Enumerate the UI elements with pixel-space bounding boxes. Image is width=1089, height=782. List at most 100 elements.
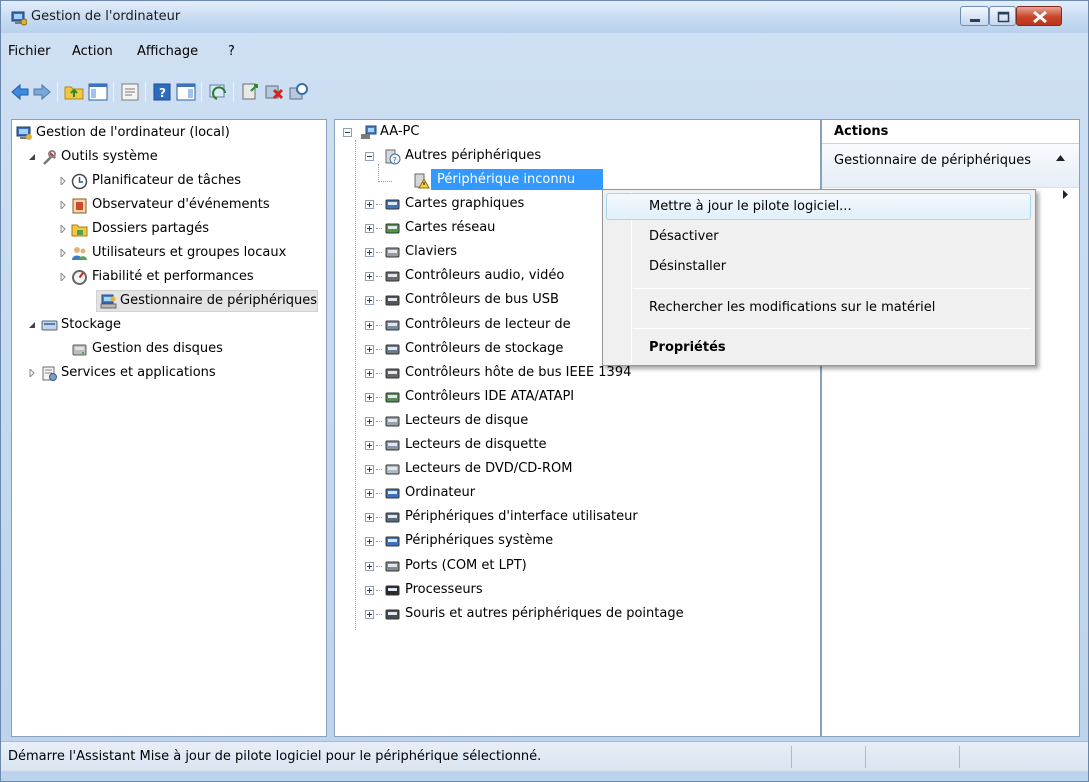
device-category-label: Contrôleurs de stockage: [405, 340, 564, 356]
expand-toggle[interactable]: [365, 585, 374, 595]
tree-guide-line: [376, 589, 382, 591]
device-category-label: Contrôleurs de bus USB: [405, 292, 559, 308]
system-devices-icon: [385, 536, 400, 547]
shared-folders-icon: [71, 224, 88, 237]
tree-guide-line: [376, 372, 382, 374]
expand-toggle[interactable]: [365, 296, 374, 306]
window-title: Gestion de l'ordinateur: [31, 9, 181, 24]
device-category-label: Cartes graphiques: [405, 196, 525, 211]
tree-item-label: Services et applications: [61, 365, 216, 380]
selected-device-label: Périphérique inconnu: [437, 172, 576, 187]
tree-guide-line: [355, 140, 356, 630]
task-scheduler-icon: [71, 173, 88, 190]
device-category-label: Lecteurs de disque: [405, 412, 529, 428]
menu-item-properties[interactable]: Propriétés: [649, 340, 726, 355]
properties-icon[interactable]: [119, 81, 141, 103]
keyboard-icon: [385, 247, 400, 258]
reliability-performance-icon: [72, 270, 87, 285]
collapsed-triangle-icon: [60, 273, 66, 281]
tree-guide-line: [376, 396, 382, 398]
device-category-label: Lecteurs de DVD/CD-ROM: [405, 461, 573, 477]
menu-file[interactable]: Fichier: [8, 44, 51, 59]
title-bar[interactable]: Gestion de l'ordinateur: [1, 1, 1088, 33]
computer-management-icon: [16, 126, 32, 140]
expand-toggle[interactable]: [365, 465, 374, 475]
menu-item-uninstall[interactable]: Désinstaller: [649, 259, 726, 274]
device-category-label: Cartes réseau: [405, 220, 496, 236]
status-bar-separator: [791, 746, 792, 768]
tree-guide-line: [376, 565, 382, 567]
expand-toggle[interactable]: [365, 392, 374, 402]
show-hide-action-pane-icon[interactable]: [175, 81, 197, 103]
tree-guide-line: [376, 324, 382, 326]
console-tree-pane[interactable]: Gestion de l'ordinateur (local) Outils s…: [11, 119, 327, 737]
tree-item-label: Fiabilité et performances: [92, 269, 254, 284]
collapse-toggle[interactable]: [365, 152, 374, 161]
expand-toggle[interactable]: [365, 272, 374, 282]
menu-view[interactable]: Affichage: [137, 44, 198, 59]
up-folder-icon[interactable]: [63, 81, 85, 103]
expand-toggle[interactable]: [365, 248, 374, 258]
device-category-label: Périphériques système: [405, 533, 554, 549]
expand-toggle[interactable]: [365, 416, 374, 426]
device-category-label: Ordinateur: [405, 485, 476, 501]
uninstall-icon[interactable]: [263, 81, 285, 103]
menu-help[interactable]: ?: [228, 44, 235, 59]
help-icon[interactable]: ?: [151, 81, 173, 103]
device-manager-icon: [100, 294, 117, 309]
mouse-icon: [385, 609, 400, 620]
expand-toggle[interactable]: [365, 609, 374, 619]
tree-guide-line: [378, 181, 392, 182]
expand-toggle[interactable]: [365, 441, 374, 450]
actions-section-device-manager[interactable]: Gestionnaire de périphériques: [822, 144, 1079, 188]
collapse-up-icon[interactable]: [1056, 155, 1065, 161]
menu-item-update-driver[interactable]: Mettre à jour le pilote logiciel...: [649, 199, 852, 214]
expand-toggle[interactable]: [365, 344, 374, 354]
menu-item-disable[interactable]: Désactiver: [649, 229, 719, 244]
collapse-toggle[interactable]: [343, 128, 352, 137]
device-category-label: Contrôleurs IDE ATA/ATAPI: [405, 388, 575, 404]
tree-guide-line: [376, 420, 382, 422]
forward-arrow-icon[interactable]: [31, 81, 53, 103]
show-hide-tree-icon[interactable]: [87, 81, 109, 103]
maximize-button[interactable]: [989, 6, 1016, 26]
expand-toggle[interactable]: [365, 489, 374, 499]
storage-controller-icon: [385, 344, 400, 355]
menu-item-scan-hardware[interactable]: Rechercher les modifications sur le maté…: [649, 300, 935, 315]
disk-drive-icon: [385, 416, 400, 427]
scan-hardware-icon[interactable]: [287, 81, 309, 103]
expand-toggle[interactable]: [365, 200, 374, 209]
actions-header: Actions: [822, 120, 1079, 144]
device-category-label: Ports (COM et LPT): [405, 557, 527, 573]
update-driver-icon[interactable]: [239, 81, 261, 103]
tree-guide-line: [376, 204, 382, 205]
expand-toggle[interactable]: [365, 513, 374, 523]
tree-item-label: Dossiers partagés: [92, 221, 210, 236]
tree-guide-line: [378, 164, 379, 182]
event-viewer-icon: [72, 198, 87, 214]
expand-toggle[interactable]: [365, 561, 374, 571]
users-groups-icon: [72, 247, 87, 260]
system-tools-icon: [43, 150, 56, 165]
menu-action[interactable]: Action: [72, 44, 113, 59]
close-button[interactable]: [1016, 6, 1062, 26]
device-category-label: Processeurs: [405, 581, 483, 597]
context-menu: Mettre à jour le pilote logiciel... Désa…: [602, 189, 1036, 366]
expand-toggle[interactable]: [365, 537, 374, 547]
status-bar-separator: [865, 746, 866, 768]
minimize-button[interactable]: [960, 6, 989, 26]
back-arrow-icon[interactable]: [9, 81, 31, 103]
expand-toggle[interactable]: [365, 320, 374, 330]
expand-toggle[interactable]: [365, 368, 374, 378]
computer-management-icon: [11, 11, 27, 26]
ports-icon: [385, 561, 400, 571]
refresh-icon[interactable]: [207, 81, 229, 103]
more-actions-arrow-icon[interactable]: [1063, 190, 1068, 199]
device-category-label: Périphériques d'interface utilisateur: [405, 509, 638, 525]
hid-icon: [385, 512, 400, 523]
toolbar-separator: [201, 82, 202, 102]
ide-controller-icon: [385, 392, 400, 403]
svg-text:?: ?: [159, 86, 166, 100]
expand-toggle[interactable]: [365, 224, 374, 234]
services-applications-icon: [42, 366, 57, 381]
